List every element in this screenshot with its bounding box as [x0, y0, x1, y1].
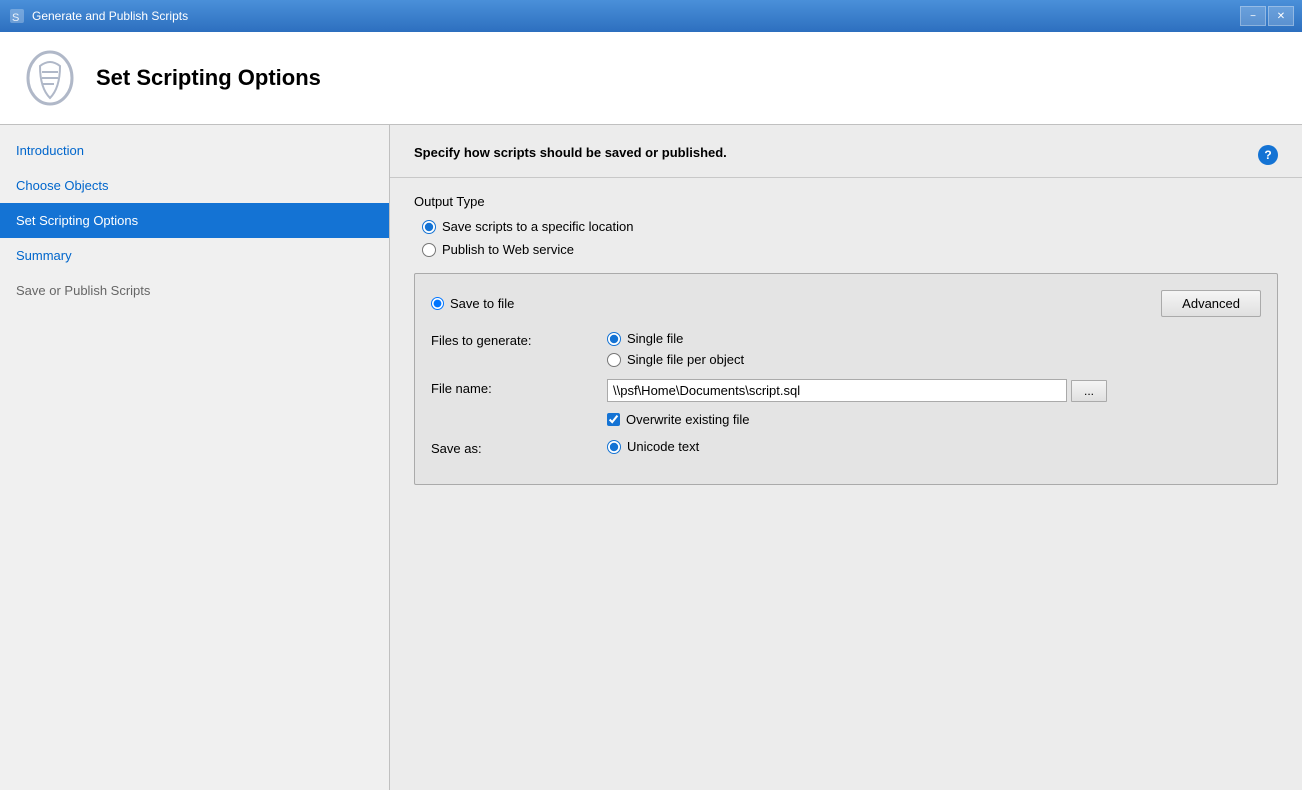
file-name-controls: ... Overwrite existing file	[607, 379, 1107, 427]
publish-web-label: Publish to Web service	[442, 242, 574, 257]
sidebar-item-choose-objects[interactable]: Choose Objects	[0, 168, 389, 203]
save-to-file-radio[interactable]	[431, 297, 444, 310]
publish-web-radio[interactable]	[422, 243, 436, 257]
single-file-label: Single file	[627, 331, 683, 346]
save-to-location-label: Save scripts to a specific location	[442, 219, 633, 234]
save-to-file-title: Save to file	[431, 296, 514, 311]
app-icon: S	[8, 7, 26, 25]
unicode-text-option[interactable]: Unicode text	[607, 439, 699, 454]
page-title: Set Scripting Options	[96, 65, 321, 91]
content-description: Specify how scripts should be saved or p…	[414, 145, 727, 160]
output-type-label: Output Type	[414, 194, 1278, 209]
single-file-option[interactable]: Single file	[607, 331, 744, 346]
content-body: Output Type Save scripts to a specific l…	[390, 178, 1302, 501]
file-name-row: File name: ... Overwrite existing file	[431, 379, 1261, 427]
save-box-header: Save to file Advanced	[431, 290, 1261, 317]
title-bar-controls: − ✕	[1240, 6, 1294, 26]
single-file-radio[interactable]	[607, 332, 621, 346]
publish-web-option[interactable]: Publish to Web service	[422, 242, 1278, 257]
save-to-file-box: Save to file Advanced Files to generate:…	[414, 273, 1278, 485]
save-as-controls: Unicode text	[607, 439, 699, 454]
save-to-location-option[interactable]: Save scripts to a specific location	[422, 219, 1278, 234]
close-button[interactable]: ✕	[1268, 6, 1294, 26]
save-to-location-radio[interactable]	[422, 220, 436, 234]
output-type-radio-group: Save scripts to a specific location Publ…	[422, 219, 1278, 257]
body-area: Introduction Choose Objects Set Scriptin…	[0, 125, 1302, 790]
save-as-row: Save as: Unicode text	[431, 439, 1261, 456]
header-icon	[20, 48, 80, 108]
sidebar-item-set-scripting-options[interactable]: Set Scripting Options	[0, 203, 389, 238]
unicode-text-label: Unicode text	[627, 439, 699, 454]
file-options-group: Single file Single file per object	[607, 331, 744, 367]
title-bar: S Generate and Publish Scripts − ✕	[0, 0, 1302, 32]
unicode-text-radio[interactable]	[607, 440, 621, 454]
save-as-label: Save as:	[431, 439, 591, 456]
help-icon[interactable]: ?	[1258, 145, 1278, 165]
content-area: Specify how scripts should be saved or p…	[390, 125, 1302, 790]
main-window: Set Scripting Options Introduction Choos…	[0, 32, 1302, 790]
single-file-per-object-label: Single file per object	[627, 352, 744, 367]
file-name-input[interactable]	[607, 379, 1067, 402]
advanced-button[interactable]: Advanced	[1161, 290, 1261, 317]
single-file-per-object-radio[interactable]	[607, 353, 621, 367]
sidebar-item-summary[interactable]: Summary	[0, 238, 389, 273]
overwrite-checkbox-row[interactable]: Overwrite existing file	[607, 412, 1107, 427]
save-to-file-label: Save to file	[450, 296, 514, 311]
title-bar-text: Generate and Publish Scripts	[32, 9, 188, 23]
file-name-input-row: ...	[607, 379, 1107, 402]
files-to-generate-label: Files to generate:	[431, 331, 591, 348]
minimize-button[interactable]: −	[1240, 6, 1266, 26]
content-header: Specify how scripts should be saved or p…	[390, 125, 1302, 178]
header-area: Set Scripting Options	[0, 32, 1302, 125]
overwrite-checkbox[interactable]	[607, 413, 620, 426]
browse-button[interactable]: ...	[1071, 380, 1107, 402]
file-name-label: File name:	[431, 379, 591, 396]
sidebar: Introduction Choose Objects Set Scriptin…	[0, 125, 390, 790]
overwrite-label: Overwrite existing file	[626, 412, 750, 427]
single-file-per-object-option[interactable]: Single file per object	[607, 352, 744, 367]
sidebar-item-save-or-publish: Save or Publish Scripts	[0, 273, 389, 308]
sidebar-item-introduction[interactable]: Introduction	[0, 133, 389, 168]
svg-text:S: S	[12, 12, 19, 24]
files-to-generate-row: Files to generate: Single file Single fi…	[431, 331, 1261, 367]
